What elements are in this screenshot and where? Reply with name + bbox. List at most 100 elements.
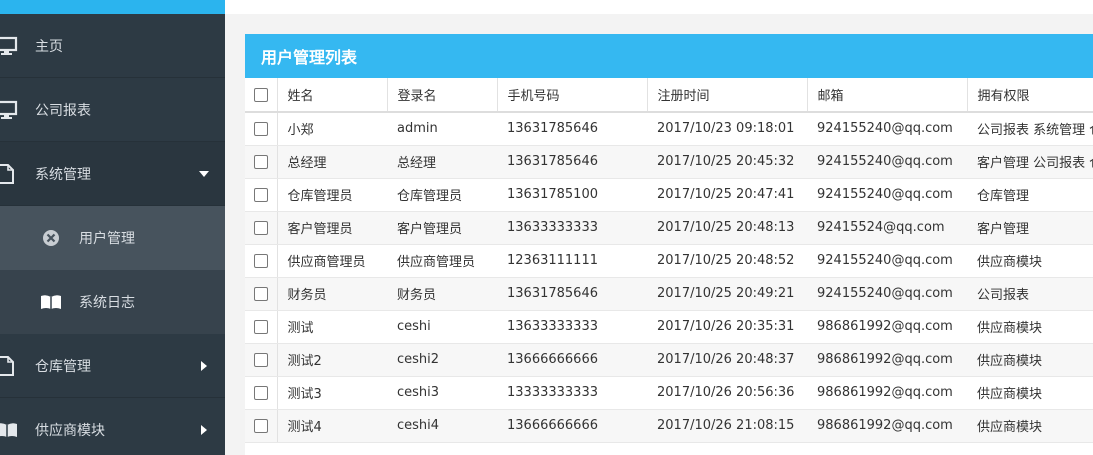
- cell-login: 仓库管理员: [387, 178, 497, 212]
- sidebar-subitem-user-management[interactable]: 用户管理: [0, 206, 225, 270]
- table-row[interactable]: 测试3 ceshi3 13333333333 2017/10/26 20:56:36 9…: [245, 376, 1093, 410]
- cell-login: ceshi3: [387, 376, 497, 410]
- cell-phone: 13633333333: [497, 310, 647, 344]
- cell-phone: 13631785646: [497, 112, 647, 146]
- sidebar-item-system-management[interactable]: 系统管理: [0, 142, 225, 206]
- sidebar-item-supplier-module[interactable]: 供应商模块: [0, 398, 225, 455]
- select-all-checkbox[interactable]: [253, 87, 268, 102]
- user-list-panel: 用户管理列表 姓名 登录名 手机号码 注册时间 邮箱 拥有权限 小郑 admin…: [245, 34, 1093, 455]
- cell-name: 测试: [277, 310, 387, 344]
- cell-phone: 13631785646: [497, 145, 647, 179]
- caret-down-icon: [199, 170, 209, 177]
- main-content: 用户管理列表 姓名 登录名 手机号码 注册时间 邮箱 拥有权限 小郑 admin…: [225, 0, 1093, 455]
- cell-name: 供应商管理员: [277, 244, 387, 278]
- row-select-cell: [245, 244, 278, 278]
- table-row[interactable]: 测试2 ceshi2 13666666666 2017/10/26 20:48:37 9…: [245, 343, 1093, 377]
- panel-title: 用户管理列表: [245, 34, 1093, 78]
- cell-phone: 13631785100: [497, 178, 647, 212]
- row-checkbox[interactable]: [253, 121, 268, 136]
- sidebar-top-accent: [0, 0, 225, 14]
- row-checkbox[interactable]: [253, 352, 268, 367]
- cell-email: 924155240@qq.com: [807, 178, 967, 212]
- sidebar-subitem-system-log[interactable]: 系统日志: [0, 270, 225, 334]
- row-select-cell: [245, 145, 278, 179]
- cell-email: 924155240@qq.com: [807, 145, 967, 179]
- cell-permissions: 供应商模块: [967, 409, 1093, 443]
- book-icon: [0, 423, 17, 437]
- sidebar: 主页 公司报表 系统管理 用户管理 系统日志 仓库管理 供应商模块: [0, 0, 225, 455]
- table-row[interactable]: 财务员 财务员 13631785646 2017/10/25 20:49:21 9241…: [245, 277, 1093, 311]
- cell-phone: 13333333333: [497, 376, 647, 410]
- sidebar-item-label: 系统管理: [35, 166, 91, 183]
- sidebar-subitem-label: 系统日志: [79, 295, 135, 311]
- sidebar-item-warehouse-management[interactable]: 仓库管理: [0, 334, 225, 398]
- cell-login: 财务员: [387, 277, 497, 311]
- column-header-email[interactable]: 邮箱: [807, 78, 968, 113]
- row-select-cell: [245, 112, 278, 146]
- table-row[interactable]: 客户管理员 客户管理员 13633333333 2017/10/25 20:48:13…: [245, 211, 1093, 245]
- column-header-login[interactable]: 登录名: [387, 78, 498, 113]
- sidebar-item-company-report[interactable]: 公司报表: [0, 78, 225, 142]
- cell-email: 924155240@qq.com: [807, 244, 967, 278]
- column-header-register-time[interactable]: 注册时间: [647, 78, 808, 113]
- cell-email: 986861992@qq.com: [807, 310, 967, 344]
- table-row[interactable]: 小郑 admin 13631785646 2017/10/23 09:18:01 924…: [245, 112, 1093, 146]
- cell-permissions: 供应商模块: [967, 376, 1093, 410]
- file-icon: [0, 163, 14, 184]
- row-checkbox[interactable]: [253, 319, 268, 334]
- row-checkbox[interactable]: [253, 385, 268, 400]
- cell-register-time: 2017/10/25 20:48:13: [647, 211, 807, 245]
- sidebar-subitem-label: 用户管理: [79, 231, 135, 247]
- table-row[interactable]: 测试4 ceshi4 13666666666 2017/10/26 21:08:15 9…: [245, 409, 1093, 443]
- row-checkbox[interactable]: [253, 220, 268, 235]
- cell-permissions: 供应商模块: [967, 244, 1093, 278]
- row-checkbox[interactable]: [253, 286, 268, 301]
- row-checkbox[interactable]: [253, 154, 268, 169]
- cell-register-time: 2017/10/26 20:35:31: [647, 310, 807, 344]
- cell-login: 总经理: [387, 145, 497, 179]
- cell-name: 总经理: [277, 145, 387, 179]
- row-select-cell: [245, 409, 278, 443]
- cell-email: 986861992@qq.com: [807, 409, 967, 443]
- row-checkbox[interactable]: [253, 418, 268, 433]
- column-header-permissions[interactable]: 拥有权限: [967, 78, 1093, 113]
- cell-name: 小郑: [277, 112, 387, 146]
- select-all-cell: [245, 78, 278, 113]
- cell-name: 财务员: [277, 277, 387, 311]
- cell-phone: 13666666666: [497, 409, 647, 443]
- row-select-cell: [245, 211, 278, 245]
- row-checkbox[interactable]: [253, 253, 268, 268]
- sidebar-item-label: 公司报表: [35, 102, 91, 119]
- main-topbar: [225, 0, 1093, 14]
- cell-phone: 13633333333: [497, 211, 647, 245]
- table-row[interactable]: 供应商管理员 供应商管理员 12363111111 2017/10/25 20:48:…: [245, 244, 1093, 278]
- sidebar-item-home[interactable]: 主页: [0, 14, 225, 78]
- table-row[interactable]: 仓库管理员 仓库管理员 13631785100 2017/10/25 20:47:41…: [245, 178, 1093, 212]
- cell-phone: 12363111111: [497, 244, 647, 278]
- cell-email: 924155240@qq.com: [807, 112, 967, 146]
- cell-login: 供应商管理员: [387, 244, 497, 278]
- cell-phone: 13666666666: [497, 343, 647, 377]
- cell-permissions: 客户管理: [967, 211, 1093, 245]
- table-row[interactable]: 测试 ceshi 13633333333 2017/10/26 20:35:31 986…: [245, 310, 1093, 344]
- cell-permissions: 供应商模块: [967, 343, 1093, 377]
- close-circle-icon: [43, 230, 59, 246]
- cell-register-time: 2017/10/23 09:18:01: [647, 112, 807, 146]
- caret-right-icon: [201, 360, 207, 371]
- table-row[interactable]: 总经理 总经理 13631785646 2017/10/25 20:45:32 9241…: [245, 145, 1093, 179]
- cell-permissions: 仓库管理: [967, 178, 1093, 212]
- row-checkbox[interactable]: [253, 187, 268, 202]
- cell-register-time: 2017/10/25 20:45:32: [647, 145, 807, 179]
- cell-email: 92415524@qq.com: [807, 211, 967, 245]
- column-header-phone[interactable]: 手机号码: [497, 78, 648, 113]
- row-select-cell: [245, 343, 278, 377]
- cell-permissions: 供应商模块: [967, 310, 1093, 344]
- cell-login: ceshi4: [387, 409, 497, 443]
- cell-register-time: 2017/10/26 20:48:37: [647, 343, 807, 377]
- cell-register-time: 2017/10/26 20:56:36: [647, 376, 807, 410]
- cell-register-time: 2017/10/26 21:08:15: [647, 409, 807, 443]
- column-header-name[interactable]: 姓名: [277, 78, 388, 113]
- sidebar-item-label: 主页: [35, 38, 63, 55]
- row-select-cell: [245, 277, 278, 311]
- cell-login: ceshi: [387, 310, 497, 344]
